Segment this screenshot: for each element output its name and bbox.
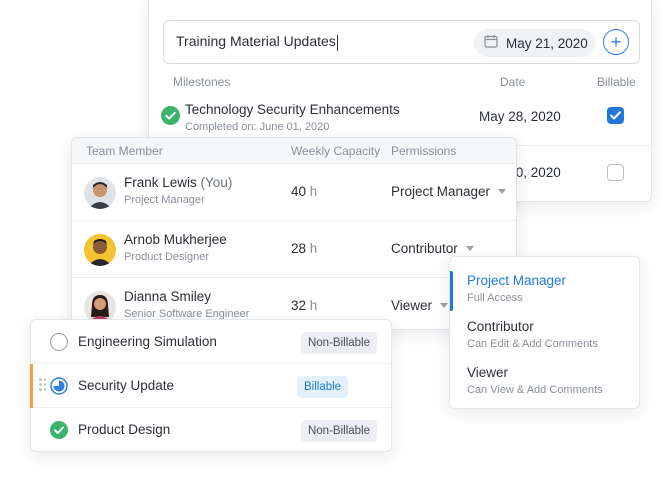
you-label: (You)	[200, 175, 233, 190]
capacity-value: 28	[291, 241, 307, 256]
in-progress-status-icon[interactable]	[50, 377, 68, 395]
menu-item-label: Contributor	[467, 319, 534, 334]
permission-select[interactable]: Viewer	[391, 298, 449, 313]
add-milestone-button[interactable]: +	[603, 29, 629, 55]
milestone-title-value: Training Material Updates	[176, 33, 336, 50]
menu-item-viewer[interactable]: Viewer Can View & Add Comments	[450, 357, 639, 403]
permission-value: Project Manager	[391, 184, 491, 199]
completed-check-icon	[161, 106, 180, 130]
task-name: Security Update	[78, 378, 175, 393]
billable-column-header: Billable	[597, 75, 636, 89]
permission-select[interactable]: Project Manager	[391, 184, 507, 199]
permission-select[interactable]: Contributor	[391, 241, 474, 256]
avatar	[84, 234, 116, 266]
chevron-down-icon	[465, 246, 474, 251]
permissions-column-header: Permissions	[391, 144, 457, 158]
menu-item-description: Can View & Add Comments	[467, 384, 603, 396]
task-name: Product Design	[78, 422, 171, 437]
tasks-card: Engineering Simulation Non-Billable Secu…	[30, 319, 392, 452]
capacity-unit: h	[309, 184, 318, 199]
capacity-unit: h	[309, 298, 318, 313]
menu-item-contributor[interactable]: Contributor Can Edit & Add Comments	[450, 311, 639, 357]
team-member-row[interactable]: Frank Lewis (You) Project Manager 40 h P…	[72, 164, 516, 221]
permission-value: Contributor	[391, 241, 458, 256]
task-name: Engineering Simulation	[78, 334, 217, 349]
menu-item-description: Can Edit & Add Comments	[467, 338, 598, 350]
billable-checkbox-checked[interactable]	[607, 107, 624, 124]
menu-item-description: Full Access	[467, 292, 523, 304]
permission-dropdown-menu: Project Manager Full Access Contributor …	[449, 256, 640, 409]
date-picker[interactable]: May 21, 2020	[474, 29, 595, 57]
capacity-value: 40	[291, 184, 307, 199]
task-row[interactable]: Product Design Non-Billable	[31, 408, 391, 452]
task-row[interactable]: Engineering Simulation Non-Billable	[31, 320, 391, 364]
menu-item-label: Viewer	[467, 365, 509, 380]
menu-item-project-manager[interactable]: Project Manager Full Access	[450, 265, 639, 311]
member-name: Dianna Smiley	[124, 289, 212, 304]
weekly-capacity-column-header: Weekly Capacity	[291, 144, 381, 158]
billing-badge[interactable]: Non-Billable	[300, 332, 377, 354]
open-status-icon[interactable]	[50, 333, 68, 351]
text-caret	[336, 34, 338, 51]
chevron-down-icon	[440, 303, 449, 308]
menu-item-label: Project Manager	[467, 273, 567, 288]
billing-badge[interactable]: Billable	[297, 376, 349, 398]
milestone-title-input[interactable]: Training Material Updates May 21, 2020 +	[163, 20, 640, 64]
chevron-down-icon	[498, 189, 507, 194]
date-column-header: Date	[500, 75, 526, 89]
date-picker-value: May 21, 2020	[506, 35, 588, 51]
billing-badge[interactable]: Non-Billable	[300, 420, 377, 442]
member-name: Frank Lewis	[124, 175, 197, 190]
member-role: Project Manager	[124, 194, 205, 206]
completed-check-icon[interactable]	[50, 421, 68, 439]
billable-checkbox-unchecked[interactable]	[607, 164, 624, 181]
milestones-column-header: Milestones	[173, 75, 231, 89]
capacity-unit: h	[309, 241, 318, 256]
team-member-column-header: Team Member	[86, 144, 163, 158]
capacity-value: 32	[291, 298, 307, 313]
team-table-header: Team Member Weekly Capacity Permissions	[72, 138, 516, 164]
avatar	[84, 177, 116, 209]
milestone-completed-date: Completed on: June 01, 2020	[185, 121, 330, 133]
task-row[interactable]: Security Update Billable	[30, 364, 391, 408]
milestone-date: May 28, 2020	[479, 109, 561, 124]
permission-value: Viewer	[391, 298, 433, 313]
member-name: Arnob Mukherjee	[124, 232, 227, 247]
milestone-title[interactable]: Technology Security Enhancements	[185, 102, 400, 117]
calendar-icon	[484, 34, 498, 53]
member-role: Product Designer	[124, 251, 209, 263]
drag-handle-icon[interactable]	[39, 378, 47, 394]
